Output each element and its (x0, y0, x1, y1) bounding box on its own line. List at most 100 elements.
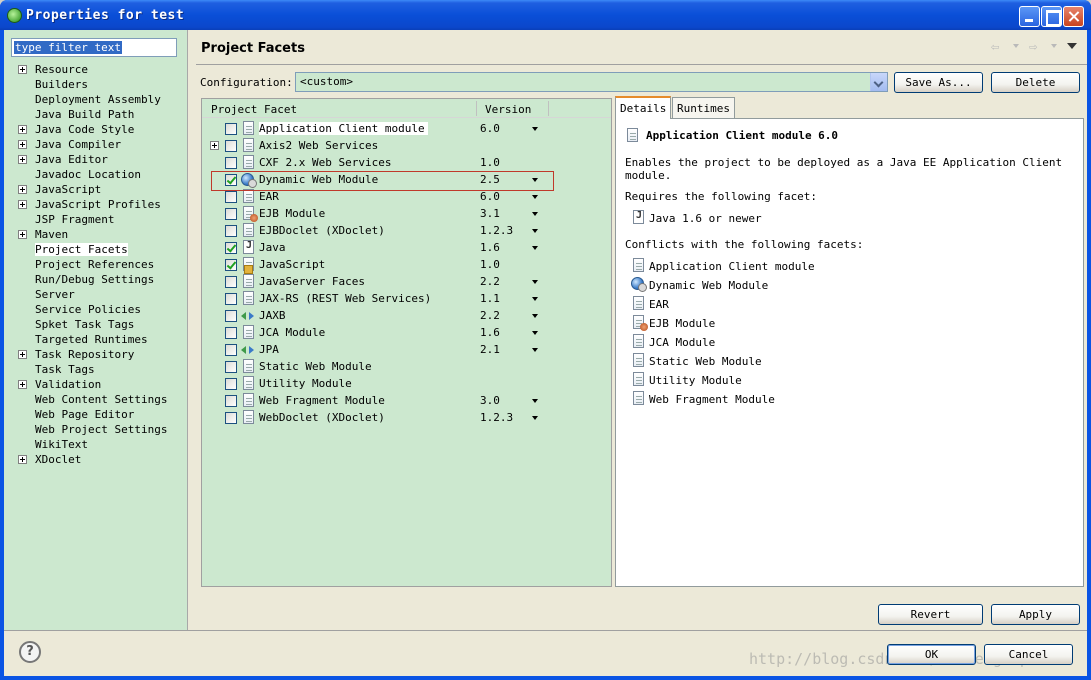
chevron-down-icon[interactable] (870, 73, 887, 91)
help-icon[interactable]: ? (19, 641, 41, 663)
version-dropdown-icon[interactable] (532, 297, 538, 301)
revert-button[interactable]: Revert (878, 604, 983, 625)
tree-item-targeted-runtimes[interactable]: Targeted Runtimes (16, 332, 167, 347)
version-dropdown-icon[interactable] (532, 314, 538, 318)
delete-button[interactable]: Delete (991, 72, 1080, 93)
tree-item-web-content-settings[interactable]: Web Content Settings (16, 392, 167, 407)
expand-icon[interactable] (210, 141, 219, 150)
facet-row[interactable]: JCA Module 1.6 (202, 324, 611, 341)
tree-item-task-tags[interactable]: Task Tags (16, 362, 167, 377)
apply-button[interactable]: Apply (991, 604, 1080, 625)
expand-icon[interactable] (18, 125, 27, 134)
facet-row[interactable]: JAXB 2.2 (202, 307, 611, 324)
facet-checkbox[interactable] (225, 123, 237, 135)
facet-row[interactable]: EJBDoclet (XDoclet) 1.2.3 (202, 222, 611, 239)
forward-dropdown-icon[interactable] (1051, 44, 1057, 48)
facet-row[interactable]: WebDoclet (XDoclet) 1.2.3 (202, 409, 611, 426)
save-as-button[interactable]: Save As... (894, 72, 983, 93)
tree-item-resource[interactable]: Resource (16, 62, 167, 77)
expand-icon[interactable] (18, 380, 27, 389)
tree-item-javascript[interactable]: JavaScript (16, 182, 167, 197)
tab-runtimes[interactable]: Runtimes (672, 97, 735, 119)
view-menu-icon[interactable] (1067, 43, 1077, 49)
tree-item-server[interactable]: Server (16, 287, 167, 302)
version-dropdown-icon[interactable] (532, 399, 538, 403)
facet-version[interactable]: 2.2 (480, 275, 500, 288)
facet-checkbox[interactable] (225, 395, 237, 407)
tree-item-deployment-assembly[interactable]: Deployment Assembly (16, 92, 167, 107)
version-dropdown-icon[interactable] (532, 127, 538, 131)
version-dropdown-icon[interactable] (532, 246, 538, 250)
facet-version[interactable]: 1.2.3 (480, 411, 513, 424)
column-header-project-facet[interactable]: Project Facet (211, 103, 297, 116)
expand-icon[interactable] (18, 350, 27, 359)
facet-checkbox[interactable] (225, 191, 237, 203)
close-button[interactable] (1063, 6, 1084, 27)
tree-item-project-references[interactable]: Project References (16, 257, 167, 272)
facet-row[interactable]: JPA 2.1 (202, 341, 611, 358)
expand-icon[interactable] (18, 200, 27, 209)
facet-row[interactable]: EJB Module 3.1 (202, 205, 611, 222)
facet-version[interactable]: 1.6 (480, 326, 500, 339)
facet-version[interactable]: 2.2 (480, 309, 500, 322)
tree-item-jsp-fragment[interactable]: JSP Fragment (16, 212, 167, 227)
back-dropdown-icon[interactable] (1013, 44, 1019, 48)
version-dropdown-icon[interactable] (532, 416, 538, 420)
expand-icon[interactable] (18, 65, 27, 74)
facet-row[interactable]: JavaServer Faces 2.2 (202, 273, 611, 290)
maximize-button[interactable] (1041, 6, 1062, 27)
version-dropdown-icon[interactable] (532, 348, 538, 352)
facet-row[interactable]: Utility Module (202, 375, 611, 392)
facet-version[interactable]: 2.1 (480, 343, 500, 356)
facet-checkbox[interactable] (225, 412, 237, 424)
tree-item-java-code-style[interactable]: Java Code Style (16, 122, 167, 137)
tab-details[interactable]: Details (615, 96, 672, 119)
expand-icon[interactable] (18, 230, 27, 239)
facet-row[interactable]: Java 1.6 (202, 239, 611, 256)
facet-version[interactable]: 3.0 (480, 394, 500, 407)
facet-checkbox[interactable] (225, 140, 237, 152)
tree-item-web-project-settings[interactable]: Web Project Settings (16, 422, 167, 437)
facet-checkbox[interactable] (225, 327, 237, 339)
facet-checkbox[interactable] (225, 208, 237, 220)
forward-arrow-icon[interactable]: ⇨ (1029, 40, 1047, 54)
back-arrow-icon[interactable]: ⇦ (991, 40, 1009, 54)
version-dropdown-icon[interactable] (532, 212, 538, 216)
facet-checkbox[interactable] (225, 242, 237, 254)
tree-item-java-compiler[interactable]: Java Compiler (16, 137, 167, 152)
facet-row[interactable]: Web Fragment Module 3.0 (202, 392, 611, 409)
tree-item-javascript-profiles[interactable]: JavaScript Profiles (16, 197, 167, 212)
facet-row[interactable]: Static Web Module (202, 358, 611, 375)
cancel-button[interactable]: Cancel (984, 644, 1073, 665)
tree-item-web-page-editor[interactable]: Web Page Editor (16, 407, 167, 422)
facet-checkbox[interactable] (225, 310, 237, 322)
facet-row[interactable]: CXF 2.x Web Services 1.0 (202, 154, 611, 171)
tree-item-xdoclet[interactable]: XDoclet (16, 452, 167, 467)
facet-checkbox[interactable] (225, 378, 237, 390)
facet-checkbox[interactable] (225, 293, 237, 305)
tree-item-java-editor[interactable]: Java Editor (16, 152, 167, 167)
version-dropdown-icon[interactable] (532, 195, 538, 199)
version-dropdown-icon[interactable] (532, 229, 538, 233)
tree-item-run-debug-settings[interactable]: Run/Debug Settings (16, 272, 167, 287)
tree-item-java-build-path[interactable]: Java Build Path (16, 107, 167, 122)
facet-checkbox[interactable] (225, 361, 237, 373)
facet-version[interactable]: 1.1 (480, 292, 500, 305)
facet-version[interactable]: 3.1 (480, 207, 500, 220)
facet-row[interactable]: JAX-RS (REST Web Services) 1.1 (202, 290, 611, 307)
facet-row[interactable]: Axis2 Web Services (202, 137, 611, 154)
configuration-select[interactable]: <custom> (295, 72, 888, 92)
tree-item-javadoc-location[interactable]: Javadoc Location (16, 167, 167, 182)
expand-icon[interactable] (18, 455, 27, 464)
tree-item-project-facets[interactable]: Project Facets (16, 242, 167, 257)
version-dropdown-icon[interactable] (532, 331, 538, 335)
title-bar[interactable]: Properties for test (0, 0, 1091, 30)
filter-input[interactable]: type filter text (11, 38, 177, 57)
expand-icon[interactable] (18, 155, 27, 164)
tree-item-service-policies[interactable]: Service Policies (16, 302, 167, 317)
facet-checkbox[interactable] (225, 157, 237, 169)
expand-icon[interactable] (18, 185, 27, 194)
facet-version[interactable]: 1.2.3 (480, 224, 513, 237)
facet-version[interactable]: 6.0 (480, 122, 500, 135)
tree-item-validation[interactable]: Validation (16, 377, 167, 392)
